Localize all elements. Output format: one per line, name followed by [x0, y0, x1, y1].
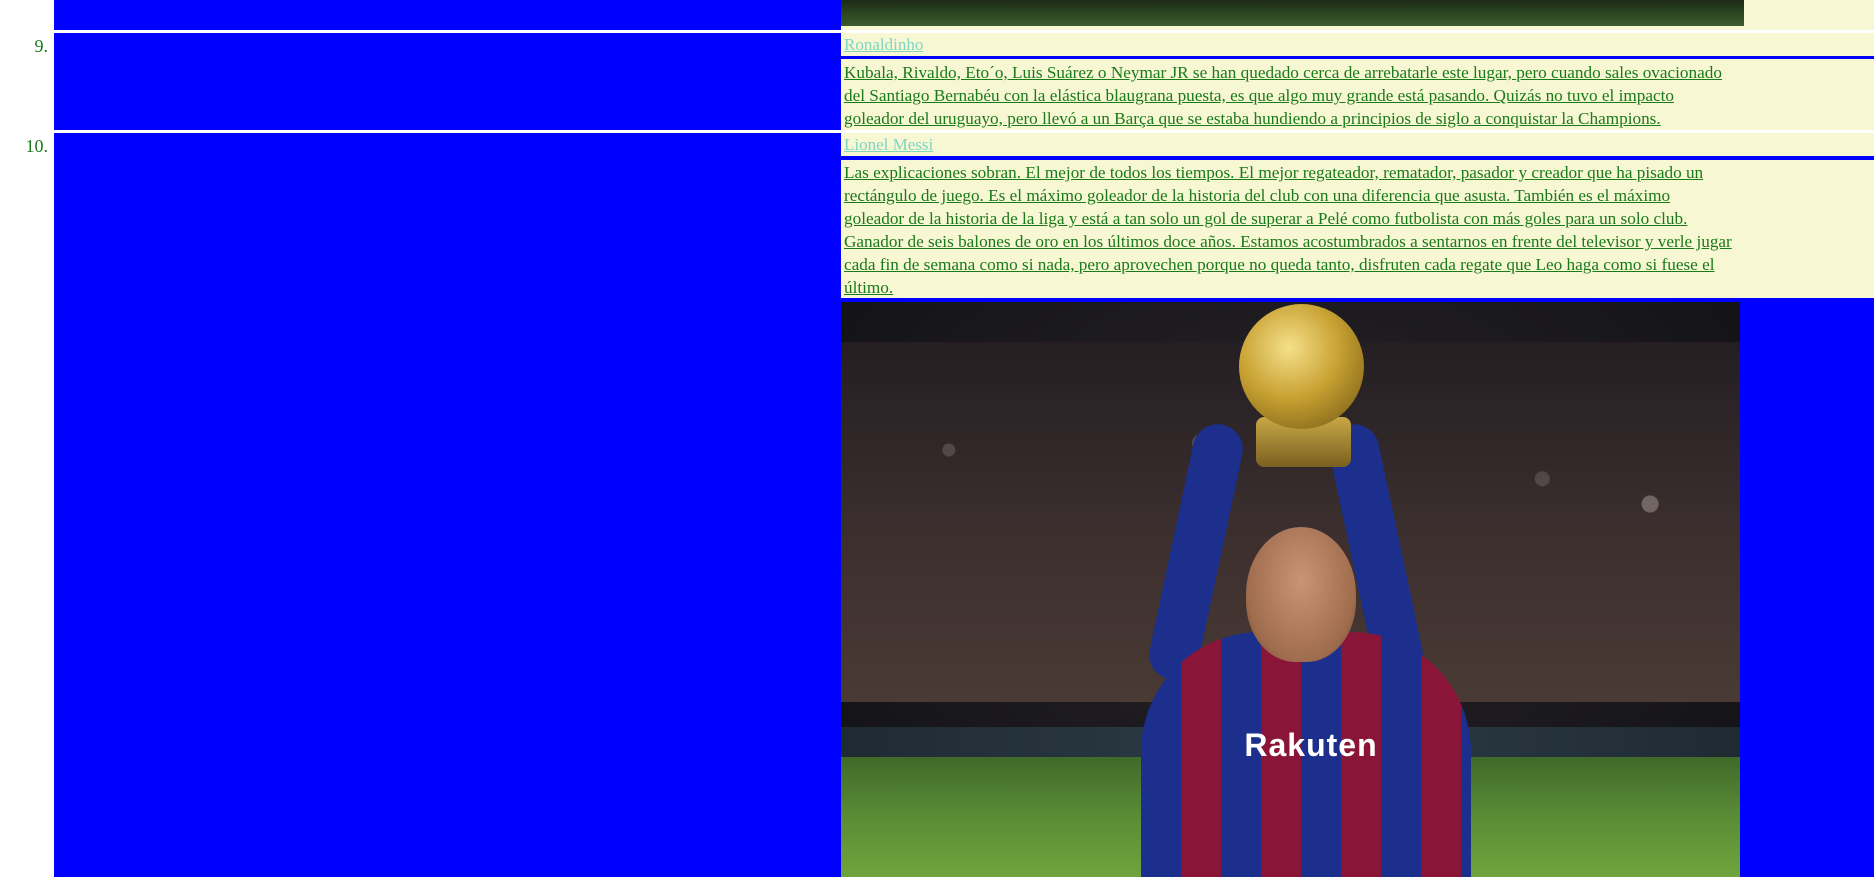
row-10-title-cell [841, 133, 1874, 156]
description-line: goleador de la historia de la liga y est… [844, 209, 1688, 228]
row-9-title-divider [841, 56, 1874, 59]
description-line: Las explicaciones sobran. El mejor de to… [844, 163, 1704, 182]
row-10-blue-panel [54, 133, 841, 877]
ronaldinho-title-link[interactable]: Ronaldinho [844, 34, 923, 56]
messi-title-link[interactable]: Lionel Messi [844, 134, 933, 156]
description-line: cada fin de semana como si nada, pero ap… [844, 255, 1715, 274]
row-9-number: 9. [34, 36, 49, 56]
description-line: Ganador de seis balones de oro en los úl… [844, 232, 1732, 251]
row-8-photo [841, 0, 1744, 26]
row-9-blue-panel [54, 33, 841, 130]
description-line: rectángulo de juego. Es el máximo golead… [844, 186, 1671, 205]
jersey-sponsor-text: Rakuten [1244, 727, 1378, 763]
messi-ballon-dor-photo: Rakuten [841, 302, 1740, 877]
page: 9. Ronaldinho Kubala, Rivaldo, Eto´o, Lu… [0, 0, 1874, 877]
ballon-dor-trophy-icon [1239, 304, 1364, 429]
row-10-number: 10. [25, 136, 49, 156]
player-head [1246, 527, 1356, 662]
row-8-blue-panel [54, 0, 841, 30]
description-line: del Santiago Bernabéu con la elástica bl… [844, 86, 1674, 105]
ronaldinho-description-link[interactable]: Kubala, Rivaldo, Eto´o, Luis Suárez o Ne… [844, 61, 1874, 130]
description-line: Kubala, Rivaldo, Eto´o, Luis Suárez o Ne… [844, 63, 1722, 82]
description-line: último. [844, 278, 894, 297]
description-line: goleador del uruguayo, pero llevó a un B… [844, 109, 1661, 128]
messi-description-link[interactable]: Las explicaciones sobran. El mejor de to… [844, 161, 1874, 299]
